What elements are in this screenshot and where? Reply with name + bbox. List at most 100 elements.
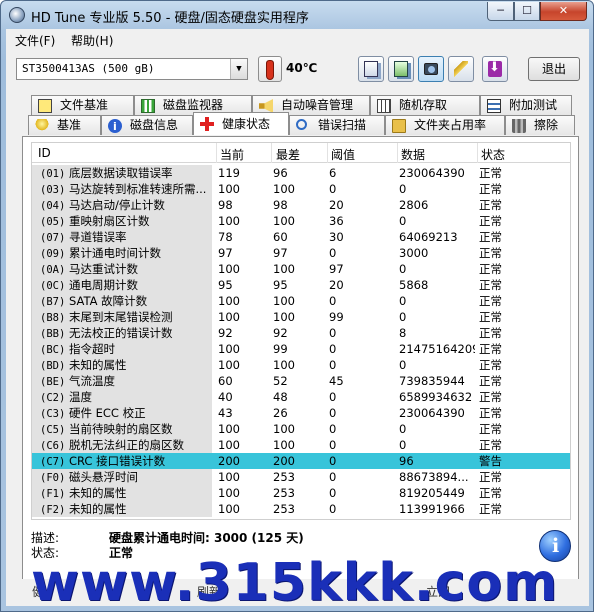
attribute-worst-cell: 98 <box>273 198 288 212</box>
attribute-data-cell: 0 <box>399 294 407 308</box>
column-header-worst[interactable]: 最差 <box>276 146 300 163</box>
table-row[interactable]: (B7) SATA 故障计数 100 100 0 0 正常 <box>32 293 570 309</box>
attribute-data-cell: 64069213 <box>399 230 458 244</box>
title-bar[interactable]: HD Tune 专业版 5.50 - 硬盘/固态硬盘实用程序 ─ ☐ ✕ <box>1 1 593 29</box>
attribute-status-cell: 正常 <box>479 470 502 484</box>
table-row[interactable]: (04) 马达启动/停止计数 98 98 20 2806 正常 <box>32 197 570 213</box>
tab-random-access[interactable]: 随机存取 <box>370 95 480 115</box>
options-button[interactable] <box>448 56 474 82</box>
table-row[interactable]: (BC) 指令超时 100 99 0 21475164209 正常 <box>32 341 570 357</box>
attribute-current-cell: 95 <box>218 278 233 292</box>
attribute-current-cell: 100 <box>218 262 240 276</box>
tab-error-scan[interactable]: 错误扫描 <box>289 115 385 135</box>
chevron-down-icon[interactable]: ▼ <box>230 59 247 79</box>
tab-benchmark[interactable]: 基准 <box>28 115 101 135</box>
table-row[interactable]: (05) 重映射扇区计数 100 100 36 0 正常 <box>32 213 570 229</box>
folder-icon <box>392 119 406 133</box>
tab-extra-tests[interactable]: 附加测试 <box>480 95 572 115</box>
attribute-code: (F1) <box>40 488 66 500</box>
table-row[interactable]: (BB) 无法校正的错误计数 92 92 0 8 正常 <box>32 325 570 341</box>
table-row[interactable]: (C5) 当前待映射的扇区数 100 100 0 0 正常 <box>32 421 570 437</box>
attribute-id-cell: (B7) SATA 故障计数 <box>32 293 212 309</box>
table-row[interactable]: (C3) 硬件 ECC 校正 43 26 0 230064390 正常 <box>32 405 570 421</box>
table-row[interactable]: (0C) 通电周期计数 95 95 20 5868 正常 <box>32 277 570 293</box>
column-header-status[interactable]: 状态 <box>481 146 505 163</box>
table-row[interactable]: (F0) 磁头悬浮时间 100 253 0 88673894... 正常 <box>32 469 570 485</box>
attribute-threshold-cell: 0 <box>329 358 337 372</box>
attribute-data-cell: 3000 <box>399 246 429 260</box>
attribute-code: (F0) <box>40 472 66 484</box>
table-row[interactable]: (BD) 未知的属性 100 100 0 0 正常 <box>32 357 570 373</box>
table-row[interactable]: (C6) 脱机无法纠正的扇区数 100 100 0 0 正常 <box>32 437 570 453</box>
attribute-status-cell: 正常 <box>479 246 502 260</box>
attribute-status-cell: 正常 <box>479 390 502 404</box>
attribute-code: (09) <box>40 248 66 260</box>
table-row[interactable]: (0A) 马达重试计数 100 100 97 0 正常 <box>32 261 570 277</box>
table-row[interactable]: (01) 底层数据读取错误率 119 96 6 230064390 正常 <box>32 165 570 181</box>
tab-file-benchmark[interactable]: 文件基准 <box>31 95 134 115</box>
attribute-name: 未知的属性 <box>68 358 127 372</box>
maximize-button[interactable]: ☐ <box>514 2 540 21</box>
attribute-threshold-cell: 45 <box>329 374 344 388</box>
attribute-worst-cell: 100 <box>273 262 295 276</box>
attribute-worst-cell: 52 <box>273 374 288 388</box>
trash-icon <box>512 119 526 133</box>
attribute-name: 马达启动/停止计数 <box>68 198 165 212</box>
attribute-worst-cell: 200 <box>273 454 295 468</box>
attribute-code: (C6) <box>40 440 66 452</box>
tab-disk-info[interactable]: 磁盘信息 <box>101 115 193 136</box>
copy-text-button[interactable] <box>358 56 384 82</box>
close-button[interactable]: ✕ <box>540 2 587 21</box>
attribute-status-cell: 正常 <box>479 342 502 356</box>
attribute-status-cell: 正常 <box>479 294 502 308</box>
column-header-current[interactable]: 当前 <box>220 146 244 163</box>
column-header-data[interactable]: 数据 <box>401 146 425 163</box>
table-row[interactable]: (F2) 未知的属性 100 253 0 113991966 正常 <box>32 501 570 517</box>
attribute-data-cell: 88673894... <box>399 470 469 484</box>
attribute-threshold-cell: 0 <box>329 438 337 452</box>
table-row[interactable]: (B8) 末尾到末尾错误检测 100 100 99 0 正常 <box>32 309 570 325</box>
attribute-name: 底层数据读取错误率 <box>68 166 173 180</box>
attribute-data-cell: 819205449 <box>399 486 465 500</box>
minimize-button[interactable]: ─ <box>487 2 514 21</box>
column-header-id[interactable]: ID <box>38 146 51 160</box>
attribute-name: 通电周期计数 <box>68 278 138 292</box>
attribute-data-cell: 0 <box>399 310 407 324</box>
screenshot-button[interactable] <box>418 56 444 82</box>
attribute-name: 末尾到末尾错误检测 <box>68 310 173 324</box>
tab-folder-usage[interactable]: 文件夹占用率 <box>385 115 505 135</box>
attribute-name: 无法校正的错误计数 <box>68 326 173 340</box>
attribute-id-cell: (09) 累计通电时间计数 <box>32 245 212 261</box>
table-row[interactable]: (C7) CRC 接口错误计数 200 200 0 96 警告 <box>32 453 570 469</box>
smart-attribute-list[interactable]: ID 当前 最差 阈值 数据 状态 (01) 底层数据读取错误率 119 96 6 23… <box>31 142 571 520</box>
download-button[interactable] <box>482 56 508 82</box>
attribute-threshold-cell: 20 <box>329 278 344 292</box>
tab-erase[interactable]: 擦除 <box>505 115 575 135</box>
table-row[interactable]: (C2) 温度 40 48 0 6589934632 正常 <box>32 389 570 405</box>
tab-health[interactable]: 健康状态 <box>193 112 289 135</box>
menu-file[interactable]: 文件(F) <box>15 32 55 49</box>
table-row[interactable]: (F1) 未知的属性 100 253 0 819205449 正常 <box>32 485 570 501</box>
attribute-current-cell: 98 <box>218 198 233 212</box>
table-row[interactable]: (07) 寻道错误率 78 60 30 64069213 正常 <box>32 229 570 245</box>
attribute-status-cell: 正常 <box>479 214 502 228</box>
table-row[interactable]: (BE) 气流温度 60 52 45 739835944 正常 <box>32 373 570 389</box>
exit-button[interactable]: 退出 <box>528 57 580 81</box>
table-row[interactable]: (03) 马达旋转到标准转速所需... 100 100 0 0 正常 <box>32 181 570 197</box>
attribute-worst-cell: 60 <box>273 230 288 244</box>
attribute-worst-cell: 95 <box>273 278 288 292</box>
hdtune-app-icon <box>9 7 25 23</box>
attribute-current-cell: 100 <box>218 502 240 516</box>
attribute-threshold-cell: 0 <box>329 470 337 484</box>
attribute-data-cell: 6589934632 <box>399 390 473 404</box>
document-icon <box>38 99 52 113</box>
menu-help[interactable]: 帮助(H) <box>71 32 113 49</box>
attribute-worst-cell: 100 <box>273 294 295 308</box>
table-row[interactable]: (09) 累计通电时间计数 97 97 0 3000 正常 <box>32 245 570 261</box>
attribute-status-cell: 正常 <box>479 486 502 500</box>
column-header-threshold[interactable]: 阈值 <box>331 146 355 163</box>
drive-select[interactable]: ST3500413AS (500 gB) ▼ <box>16 58 248 80</box>
save-text-button[interactable] <box>388 56 414 82</box>
bar-chart-icon <box>141 99 155 113</box>
attribute-name: 磁头悬浮时间 <box>68 470 138 484</box>
